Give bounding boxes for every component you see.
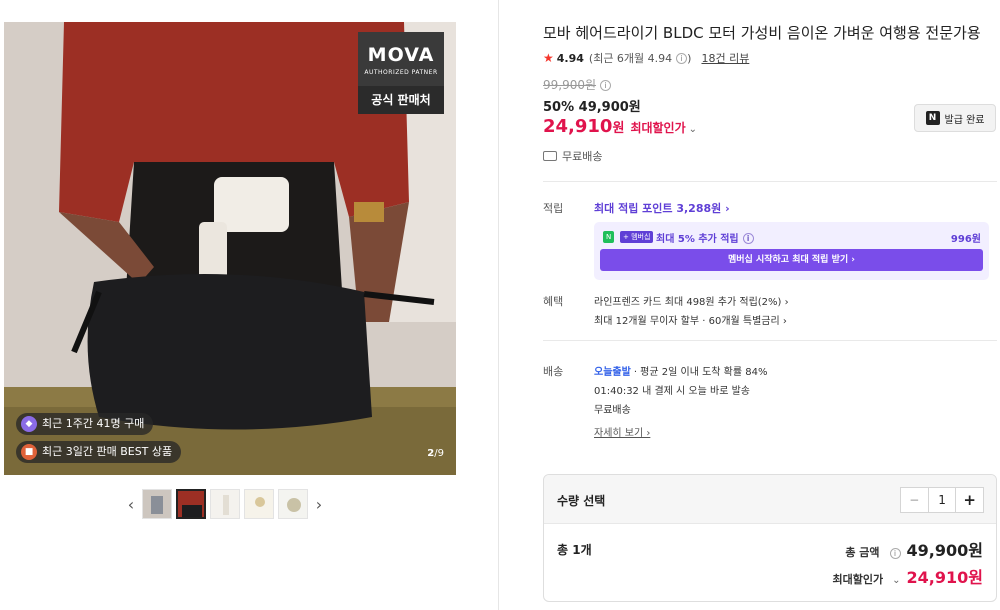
membership-amount: 996원	[950, 234, 981, 245]
delivery-detail-link[interactable]: 자세히 보기 ›	[594, 424, 650, 439]
best-seller-text: 최근 3일간 판매 BEST 상품	[42, 445, 173, 458]
naver-icon: N	[925, 111, 940, 125]
delivery-free-shipping: 무료배송	[594, 405, 631, 416]
naver-tag: N	[603, 231, 615, 243]
rating-value: 4.94	[556, 51, 584, 65]
thumbnail-image	[211, 490, 239, 518]
official-seller-label: 공식 판매처	[358, 86, 444, 114]
best-seller-badge: ■ 최근 3일간 판매 BEST 상품	[16, 441, 182, 463]
membership-extra-points: 최대 5% 추가 적립 i	[656, 230, 754, 245]
original-price-row: 99,900원 i	[543, 76, 612, 93]
thumbnail-image	[143, 490, 171, 518]
shipping-row: 무료배송	[543, 148, 602, 164]
max-points-link[interactable]: 최대 적립 포인트 3,288원 ›	[594, 200, 730, 216]
product-gallery: MOVA AUTHORIZED PATNER 공식 판매처 ◆ 최근 1주간 4…	[0, 0, 498, 610]
membership-extra-points-text: 최대 5% 추가 적립	[656, 234, 739, 245]
quantity-increase-button[interactable]: +	[955, 488, 983, 512]
thumbnail-2[interactable]	[176, 489, 206, 519]
card-benefit-link[interactable]: 라인프렌즈 카드 최대 498원 추가 적립(2%) ›	[594, 293, 789, 308]
quantity-stepper: − 1 +	[900, 487, 984, 513]
benefits-label: 혜택	[543, 295, 564, 308]
star-icon: ★	[543, 51, 554, 65]
price-info-icon[interactable]: i	[600, 80, 612, 91]
recent-purchase-badge: ◆ 최근 1주간 41명 구매	[16, 413, 154, 435]
points-label: 적립	[543, 202, 564, 215]
original-price: 99,900원	[543, 78, 597, 92]
bag-icon: ◆	[21, 416, 37, 432]
review-link[interactable]: 18건 리뷰	[701, 50, 749, 66]
image-counter-total: /9	[434, 448, 444, 459]
chevron-down-icon: ⌄	[892, 575, 901, 586]
max-discount-total: 24,910원	[906, 568, 983, 587]
membership-box: N + 멤버십 최대 5% 추가 적립 i 996원 멤버십 시작하고 최대 적립…	[594, 222, 989, 280]
installment-benefit-link[interactable]: 최대 12개월 무이자 할부 · 60개월 특별금리 ›	[594, 312, 787, 327]
authorized-partner-badge: MOVA AUTHORIZED PATNER 공식 판매처	[358, 32, 444, 114]
total-info-icon[interactable]: i	[889, 548, 901, 559]
rating-recent-close: )	[687, 51, 692, 65]
brand-logo: MOVA	[367, 44, 435, 66]
thumbnail-strip: ‹ ›	[124, 488, 326, 520]
quantity-value[interactable]: 1	[929, 488, 956, 512]
thumbnail-image	[245, 490, 273, 518]
divider	[543, 340, 997, 341]
shipping-text: 무료배송	[562, 150, 603, 163]
thumbnail-3[interactable]	[210, 489, 240, 519]
membership-tag: + 멤버십	[620, 231, 654, 243]
final-price: 24,910	[543, 116, 613, 137]
total-amount-row: 총 금액 i 49,900원	[845, 537, 983, 561]
final-price-row[interactable]: 24,910 원 최대할인가 ⌄	[543, 116, 697, 137]
rating-row: ★ 4.94 (최근 6개월 4.94 i ) 18건 리뷰	[543, 50, 749, 66]
arrival-probability: · 평균 2일 이내 도착 확률 84%	[633, 367, 768, 378]
chevron-down-icon: ⌄	[688, 124, 698, 135]
total-amount-label: 총 금액	[845, 546, 880, 559]
thumbnail-1[interactable]	[142, 489, 172, 519]
currency-unit: 원	[612, 121, 625, 136]
total-amount: 49,900원	[906, 541, 983, 560]
membership-start-button[interactable]: 멤버십 시작하고 최대 적립 받기 ›	[600, 249, 983, 271]
thumbnail-image	[279, 490, 307, 518]
quantity-header: 수량 선택 − 1 +	[544, 475, 996, 524]
column-divider	[498, 0, 499, 610]
max-discount-total-label: 최대할인가	[832, 573, 884, 586]
rating-recent: (최근 6개월 4.94	[588, 52, 673, 65]
discount-price: 50% 49,900원	[543, 100, 641, 115]
product-title: 모바 헤어드라이기 BLDC 모터 가성비 음이온 가벼운 여행용 전문가용	[543, 24, 981, 42]
thumbnail-next-button[interactable]: ›	[312, 488, 326, 520]
today-dispatch-row: 오늘출발 · 평균 2일 이내 도착 확률 84%	[594, 363, 767, 378]
max-discount-row[interactable]: 최대할인가 ⌄ 24,910원	[833, 564, 983, 588]
coupon-issued-button[interactable]: N 발급 완료	[914, 104, 996, 132]
quantity-decrease-button[interactable]: −	[901, 488, 929, 512]
thumbnail-image	[178, 491, 204, 517]
coupon-button-label: 발급 완료	[944, 114, 985, 126]
total-count: 총 1개	[557, 543, 592, 557]
main-product-image[interactable]: MOVA AUTHORIZED PATNER 공식 판매처 ◆ 최근 1주간 4…	[4, 22, 456, 475]
thumbnail-prev-button[interactable]: ‹	[124, 488, 138, 520]
truck-icon	[543, 151, 557, 161]
brand-subtitle: AUTHORIZED PATNER	[364, 69, 438, 76]
info-icon[interactable]: i	[676, 52, 688, 64]
recent-purchase-text: 최근 1주간 41명 구매	[42, 417, 145, 430]
order-box: 수량 선택 − 1 + 총 1개 총 금액 i 49,900원 최대할인가 ⌄ …	[543, 474, 997, 602]
gift-icon: ■	[21, 444, 37, 460]
dispatch-deadline: 01:40:32 내 결제 시 오늘 바로 발송	[594, 386, 750, 397]
divider	[543, 181, 997, 182]
quantity-label: 수량 선택	[557, 494, 606, 508]
image-counter: 2/9	[427, 448, 444, 459]
today-dispatch-label: 오늘출발	[594, 367, 631, 378]
max-discount-label: 최대할인가	[630, 121, 686, 135]
thumbnail-5[interactable]	[278, 489, 308, 519]
membership-info-icon[interactable]: i	[742, 233, 754, 244]
delivery-label: 배송	[543, 365, 564, 378]
thumbnail-4[interactable]	[244, 489, 274, 519]
